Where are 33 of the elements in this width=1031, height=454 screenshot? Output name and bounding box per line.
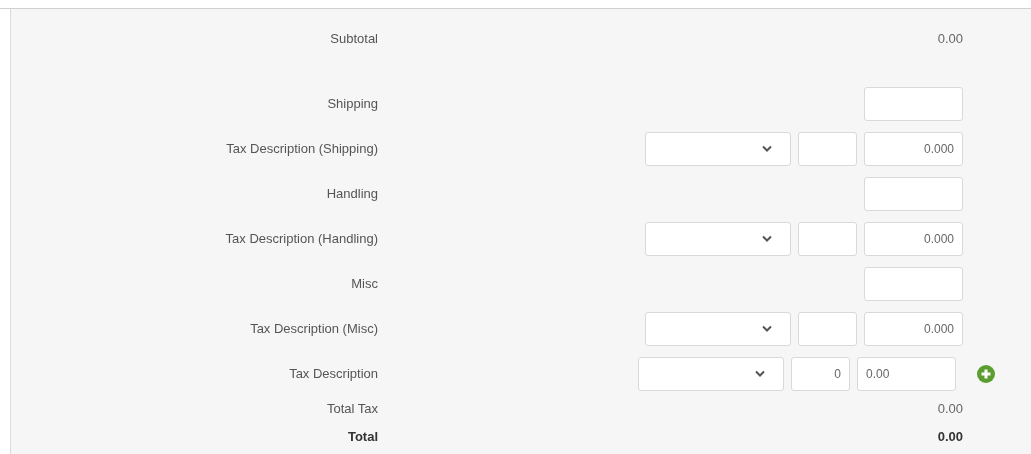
- tax-amount-input[interactable]: 0.000: [864, 311, 963, 346]
- tax-rate-input[interactable]: [798, 311, 857, 346]
- chevron-down-icon: [762, 325, 772, 332]
- amount-input[interactable]: [864, 176, 963, 211]
- amount-text: 0.00: [937, 400, 963, 419]
- row-label: Misc: [351, 274, 378, 293]
- row-label: Handling: [326, 184, 378, 203]
- tax-select[interactable]: [645, 221, 791, 256]
- chevron-down-icon: [762, 145, 772, 152]
- row-label: Tax Description (Misc): [250, 319, 378, 338]
- row-label: Tax Description: [289, 364, 378, 383]
- tax-rate-input[interactable]: [798, 221, 857, 256]
- row-label: Tax Description (Handling): [225, 229, 378, 248]
- tax-rate-input[interactable]: [798, 131, 857, 166]
- amount-text: 0.00: [937, 428, 963, 447]
- amount-input[interactable]: [864, 266, 963, 301]
- chevron-down-icon: [755, 370, 765, 377]
- tax-amount-input[interactable]: 0.00: [857, 356, 956, 391]
- amount-text: 0.00: [937, 30, 963, 49]
- chevron-down-icon: [762, 235, 772, 242]
- tax-amount-input[interactable]: 0.000: [864, 131, 963, 166]
- row-label: Shipping: [327, 94, 378, 113]
- add-icon[interactable]: [977, 364, 995, 383]
- row-label: Total: [347, 428, 378, 447]
- tax-select[interactable]: [645, 311, 791, 346]
- tax-select[interactable]: [638, 356, 784, 391]
- tax-amount-input[interactable]: 0.000: [864, 221, 963, 256]
- tax-rate-input[interactable]: 0: [791, 356, 850, 391]
- amount-input[interactable]: [864, 86, 963, 121]
- row-label: Total Tax: [326, 400, 378, 419]
- tax-select[interactable]: [645, 131, 791, 166]
- row-label: Tax Description (Shipping): [226, 139, 378, 158]
- row-label: Subtotal: [330, 30, 378, 49]
